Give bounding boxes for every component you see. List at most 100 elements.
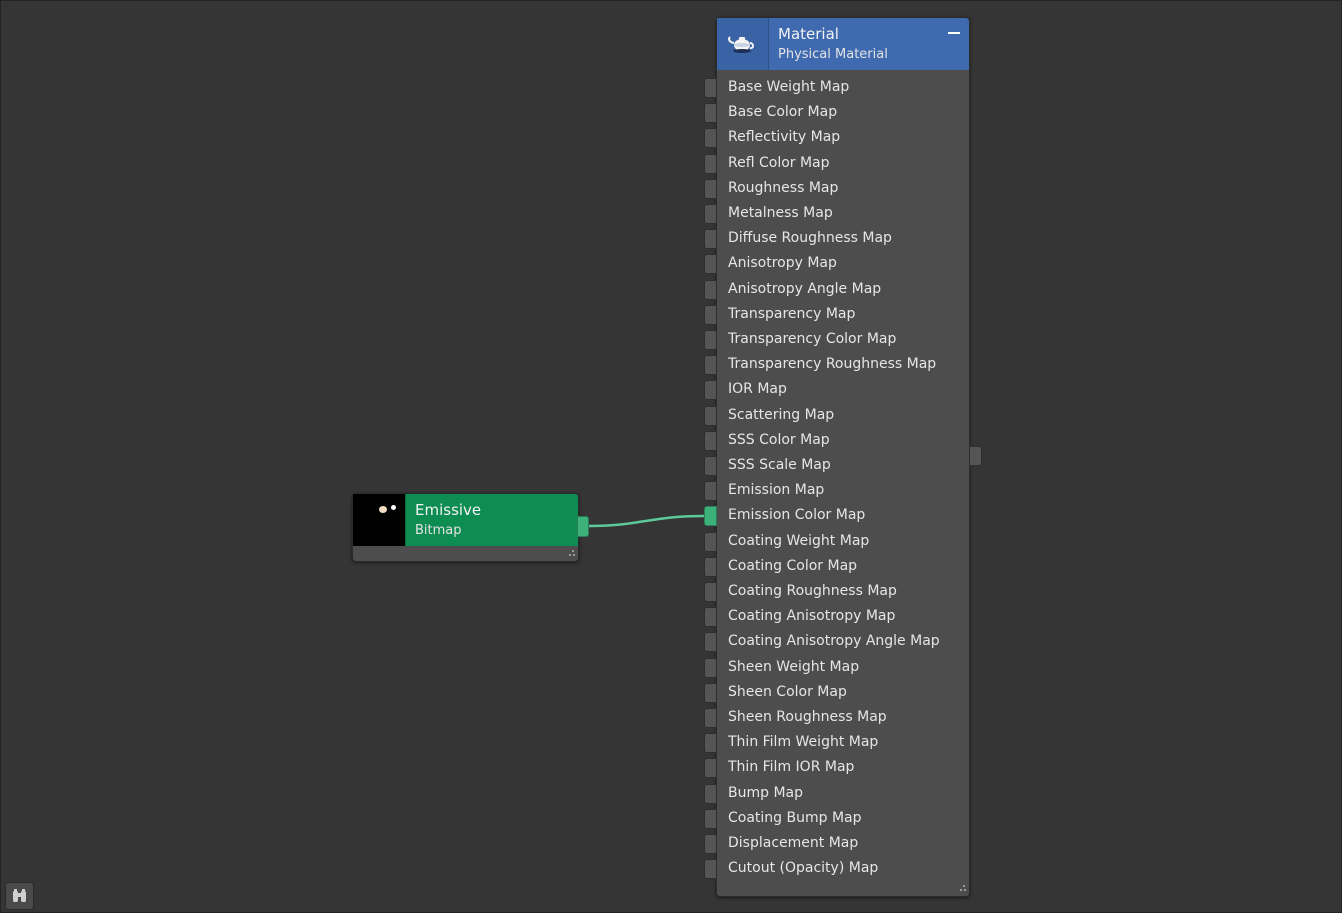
material-input-label: IOR Map	[728, 381, 787, 398]
material-node-title: Material	[778, 25, 839, 43]
material-input-label: Transparency Roughness Map	[728, 356, 937, 373]
material-input-socket[interactable]	[704, 204, 717, 224]
material-input-socket[interactable]	[704, 153, 717, 174]
material-thumbnail	[717, 18, 769, 70]
material-input-socket[interactable]	[704, 128, 717, 149]
binoculars-button[interactable]	[5, 882, 34, 910]
node-editor-canvas[interactable]	[0, 0, 1342, 913]
material-input-row[interactable]: SSS Color Map	[717, 429, 969, 454]
material-input-socket[interactable]	[704, 531, 717, 552]
material-input-label: Sheen Color Map	[728, 683, 847, 700]
material-input-socket[interactable]	[704, 632, 717, 653]
material-input-socket[interactable]	[704, 657, 717, 678]
material-input-socket[interactable]	[704, 582, 717, 602]
collapse-button[interactable]	[943, 24, 965, 42]
material-input-socket[interactable]	[704, 733, 717, 754]
material-input-row[interactable]: Metalness Map	[717, 202, 969, 227]
material-input-label: Coating Color Map	[728, 557, 858, 574]
material-output-socket[interactable]	[969, 446, 982, 466]
material-input-socket[interactable]	[704, 254, 717, 275]
resize-grip-icon[interactable]	[958, 885, 966, 893]
bitmap-node[interactable]: Emissive Bitmap	[352, 493, 579, 562]
material-input-label: Coating Weight Map	[728, 532, 870, 549]
material-input-row[interactable]: Anisotropy Map	[717, 252, 969, 277]
material-input-row[interactable]: Base Color Map	[717, 101, 969, 126]
bitmap-output-socket[interactable]	[577, 516, 589, 537]
material-input-socket[interactable]	[704, 783, 717, 804]
material-input-row[interactable]: Transparency Color Map	[717, 328, 969, 353]
material-input-socket[interactable]	[704, 556, 717, 577]
material-input-label: Coating Anisotropy Angle Map	[728, 633, 940, 650]
material-input-row[interactable]: Bump Map	[717, 782, 969, 807]
material-input-row[interactable]: Sheen Weight Map	[717, 656, 969, 681]
material-input-row[interactable]: Emission Color Map	[717, 504, 969, 529]
material-input-socket[interactable]	[704, 481, 717, 502]
material-input-row[interactable]: Roughness Map	[717, 177, 969, 202]
material-input-socket[interactable]	[704, 103, 717, 124]
material-input-row[interactable]: Transparency Roughness Map	[717, 353, 969, 378]
material-input-row[interactable]: Thin Film Weight Map	[717, 731, 969, 756]
material-input-socket[interactable]	[704, 405, 717, 426]
material-input-label: Emission Map	[728, 482, 825, 499]
material-input-row[interactable]: Thin Film IOR Map	[717, 756, 969, 781]
material-input-socket[interactable]	[704, 758, 717, 779]
material-input-label: Base Color Map	[728, 104, 838, 121]
binoculars-icon	[13, 889, 26, 902]
material-input-socket[interactable]	[704, 330, 717, 350]
material-input-socket[interactable]	[704, 178, 717, 199]
material-input-socket[interactable]	[704, 834, 717, 854]
material-node[interactable]: Material Physical Material Base Weight M…	[716, 17, 970, 897]
material-input-label: Thin Film IOR Map	[728, 759, 855, 776]
material-input-row[interactable]: Sheen Roughness Map	[717, 706, 969, 731]
material-input-row[interactable]: Anisotropy Angle Map	[717, 278, 969, 303]
material-input-row[interactable]: Cutout (Opacity) Map	[717, 857, 969, 882]
material-input-label: Coating Bump Map	[728, 809, 862, 826]
minus-icon	[948, 32, 960, 34]
material-input-row[interactable]: Diffuse Roughness Map	[717, 227, 969, 252]
material-input-socket[interactable]	[704, 430, 717, 451]
material-input-row[interactable]: Base Weight Map	[717, 76, 969, 101]
material-input-label: Roughness Map	[728, 179, 839, 196]
material-input-socket[interactable]	[704, 355, 717, 376]
material-input-socket[interactable]	[704, 808, 717, 829]
material-input-row[interactable]: Scattering Map	[717, 404, 969, 429]
material-input-socket[interactable]	[704, 380, 717, 401]
material-input-row[interactable]: Reflectivity Map	[717, 126, 969, 151]
bitmap-node-subtitle: Bitmap	[415, 523, 462, 538]
material-input-socket[interactable]	[704, 456, 717, 476]
material-input-label: Displacement Map	[728, 835, 859, 851]
material-input-row[interactable]: Coating Anisotropy Map	[717, 605, 969, 630]
material-input-row[interactable]: Coating Color Map	[717, 555, 969, 580]
material-input-row[interactable]: Transparency Map	[717, 303, 969, 328]
bitmap-node-header[interactable]: Emissive Bitmap	[353, 494, 578, 546]
material-input-row[interactable]: Coating Roughness Map	[717, 580, 969, 605]
material-node-subtitle: Physical Material	[778, 47, 888, 62]
material-input-socket[interactable]	[704, 859, 717, 880]
material-node-header[interactable]: Material Physical Material	[717, 18, 969, 70]
material-input-row[interactable]: Coating Bump Map	[717, 807, 969, 832]
material-input-socket[interactable]	[704, 506, 717, 527]
material-input-socket[interactable]	[704, 304, 717, 325]
material-input-label: Cutout (Opacity) Map	[728, 860, 879, 877]
resize-grip-icon[interactable]	[567, 550, 575, 558]
material-input-row[interactable]: Emission Map	[717, 479, 969, 504]
material-input-socket[interactable]	[704, 607, 717, 628]
material-input-socket[interactable]	[704, 78, 717, 98]
material-input-label: SSS Color Map	[728, 431, 830, 448]
material-input-label: Metalness Map	[728, 205, 833, 221]
material-input-label: Scattering Map	[728, 406, 835, 423]
material-input-label: Sheen Roughness Map	[728, 709, 887, 725]
material-input-label: Bump Map	[728, 784, 803, 801]
material-input-row[interactable]: Sheen Color Map	[717, 681, 969, 706]
material-input-row[interactable]: Coating Anisotropy Angle Map	[717, 630, 969, 655]
material-input-row[interactable]: IOR Map	[717, 378, 969, 403]
material-input-label: Diffuse Roughness Map	[728, 230, 892, 247]
material-input-socket[interactable]	[704, 229, 717, 250]
material-input-socket[interactable]	[704, 279, 717, 300]
material-input-row[interactable]: Refl Color Map	[717, 152, 969, 177]
material-input-row[interactable]: Displacement Map	[717, 832, 969, 857]
material-input-row[interactable]: Coating Weight Map	[717, 530, 969, 555]
material-input-socket[interactable]	[704, 708, 717, 728]
material-input-socket[interactable]	[704, 682, 717, 703]
material-input-row[interactable]: SSS Scale Map	[717, 454, 969, 479]
